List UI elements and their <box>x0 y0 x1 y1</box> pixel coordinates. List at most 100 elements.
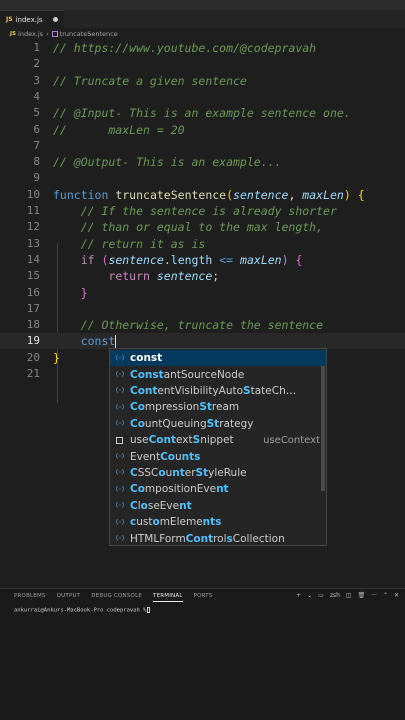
js-file-icon: JS <box>10 31 17 37</box>
line-number: 1 <box>33 41 40 54</box>
code-line: 12 // than or equal to the max length, <box>0 219 405 235</box>
code-line: 17 <box>0 301 405 317</box>
shell-label[interactable]: zsh <box>330 592 340 599</box>
breadcrumb-symbol[interactable]: truncateSentence <box>60 30 118 38</box>
comment: // maxLen = 20 <box>53 122 185 137</box>
suggestion-item[interactable]: (◦) customElements <box>110 514 326 530</box>
line-number: 16 <box>26 285 40 299</box>
suggestion-label: const <box>130 352 163 365</box>
suggestion-item[interactable]: (◦) CloseEvent <box>110 498 326 514</box>
suggestion-item[interactable]: (◦) ContentVisibilityAutoStateCh… <box>110 383 326 399</box>
function-icon <box>51 31 58 37</box>
function-name: truncateSentence <box>115 187 227 202</box>
trash-icon[interactable]: 🗑 <box>358 592 366 599</box>
suggestion-item[interactable]: (◦) CompressionStream <box>110 399 326 415</box>
panel-actions: + ⌄ ▭ zsh ◫ 🗑 ··· ⌃ ✕ <box>296 592 399 599</box>
line-number: 17 <box>26 301 40 315</box>
property: length <box>170 252 213 267</box>
tab-label: index.js <box>15 15 43 24</box>
line-number: 20 <box>26 350 40 364</box>
js-file-icon: JS <box>6 16 13 23</box>
tab-index-js[interactable]: JS index.js <box>0 10 64 28</box>
param: maxLen <box>302 187 344 202</box>
terminal-icon: ▭ <box>318 592 324 599</box>
variable-icon: (◦) <box>115 371 125 379</box>
code-line: 9 <box>0 170 405 186</box>
tab-terminal[interactable]: TERMINAL <box>153 593 183 602</box>
code-line: 8 // @Output- This is an example... <box>0 154 405 170</box>
chevron-down-icon[interactable]: ⌄ <box>307 592 312 599</box>
suggestion-item[interactable]: (◦) CountQueuingStrategy <box>110 416 326 432</box>
line-number: 14 <box>26 252 40 266</box>
line-number: 11 <box>26 204 40 217</box>
tab-ports[interactable]: PORTS <box>194 593 213 602</box>
keyword: return <box>108 269 150 284</box>
suggestion-item[interactable]: (◦) CSSCounterStyleRule <box>110 465 326 481</box>
comment: // @Input- This is an example sentence o… <box>53 106 351 121</box>
tab-debug-console[interactable]: DEBUG CONSOLE <box>91 593 142 602</box>
comment: // Truncate a given sentence <box>53 73 247 88</box>
code-line-current: 19 const <box>0 333 405 350</box>
close-icon[interactable]: ✕ <box>394 592 399 599</box>
split-terminal-icon[interactable]: ◫ <box>346 592 352 599</box>
suggestion-label: CSSCounterStyleRule <box>130 466 247 479</box>
tab-output[interactable]: OUTPUT <box>57 593 81 602</box>
code-line: 11 // If the sentence is already shorter <box>0 203 405 219</box>
code-line: 2 <box>0 56 405 72</box>
suggestion-item[interactable]: (◦) EventCounts <box>110 448 326 464</box>
suggestion-detail: useContext <box>263 434 320 446</box>
suggestion-item[interactable]: (◦) ConstantSourceNode <box>110 366 326 382</box>
tab-problems[interactable]: PROBLEMS <box>14 593 46 602</box>
keyword: const <box>80 334 116 349</box>
line-number: 3 <box>33 73 40 87</box>
line-number: 9 <box>33 171 40 185</box>
chevron-right-icon: › <box>46 30 49 38</box>
code-line: 10 function truncateSentence(sentence, ma… <box>0 187 405 203</box>
suggestion-item[interactable]: useContextSnippet useContext <box>110 432 326 448</box>
suggestion-item[interactable]: (◦) CompositionEvent <box>110 481 326 497</box>
code-line: 5 // @Input- This is an example sentence … <box>0 105 405 121</box>
line-number: 4 <box>33 89 40 103</box>
variable-icon: (◦) <box>115 354 125 362</box>
line-number: 12 <box>26 220 40 234</box>
variable-icon: (◦) <box>115 485 125 493</box>
code-line: 1 // https://www.youtube.com/@codepravah <box>0 40 405 56</box>
text-cursor <box>115 335 117 349</box>
more-icon[interactable]: ··· <box>371 592 377 599</box>
keyword: function <box>53 187 109 202</box>
variable-icon: (◦) <box>115 387 125 395</box>
comment: // Otherwise, truncate the sentence <box>80 318 324 333</box>
comment: // return it as is <box>80 236 206 251</box>
line-number: 10 <box>26 187 40 201</box>
suggestion-label: customElements <box>130 516 222 529</box>
chevron-up-icon[interactable]: ⌃ <box>383 592 388 599</box>
line-number: 21 <box>26 367 40 380</box>
code-line: 15 return sentence; <box>0 268 405 284</box>
bottom-panel: PROBLEMS OUTPUT DEBUG CONSOLE TERMINAL P… <box>0 588 405 720</box>
suggestion-label: CountQueuingStrategy <box>130 417 254 430</box>
unsaved-dot-icon[interactable] <box>53 17 58 22</box>
line-number: 13 <box>26 236 40 250</box>
line-number: 2 <box>33 57 40 71</box>
identifier: maxLen <box>240 252 282 267</box>
autocomplete-suggestions[interactable]: (◦) const (◦) ConstantSourceNode (◦) Con… <box>109 348 327 546</box>
add-terminal-icon[interactable]: + <box>296 592 301 599</box>
window-titlebar <box>0 0 405 10</box>
code-line: 13 // return it as is <box>0 236 405 252</box>
suggestion-item[interactable]: (◦) HTMLFormControlsCollection <box>110 530 326 546</box>
suggestion-label: CompressionStream <box>130 401 240 414</box>
code-line: 4 <box>0 89 405 105</box>
operator: <= <box>219 252 234 267</box>
suggestion-label: ContentVisibilityAutoStateCh… <box>130 384 297 397</box>
suggestion-label: useContextSnippet <box>130 434 234 447</box>
comment: // If the sentence is already shorter <box>80 204 337 218</box>
breadcrumb-file[interactable]: index.js <box>18 30 43 38</box>
suggestion-item[interactable]: (◦) const <box>110 350 326 367</box>
line-number: 5 <box>33 106 40 120</box>
code-line: 6 // maxLen = 20 <box>0 122 405 138</box>
variable-icon: (◦) <box>115 420 125 428</box>
terminal-output[interactable]: ankurrai@Ankurs-MacBook-Pro codepravah % <box>14 607 151 614</box>
comment: // @Output- This is an example... <box>53 155 282 170</box>
variable-icon: (◦) <box>115 469 125 477</box>
line-number: 7 <box>33 138 40 152</box>
